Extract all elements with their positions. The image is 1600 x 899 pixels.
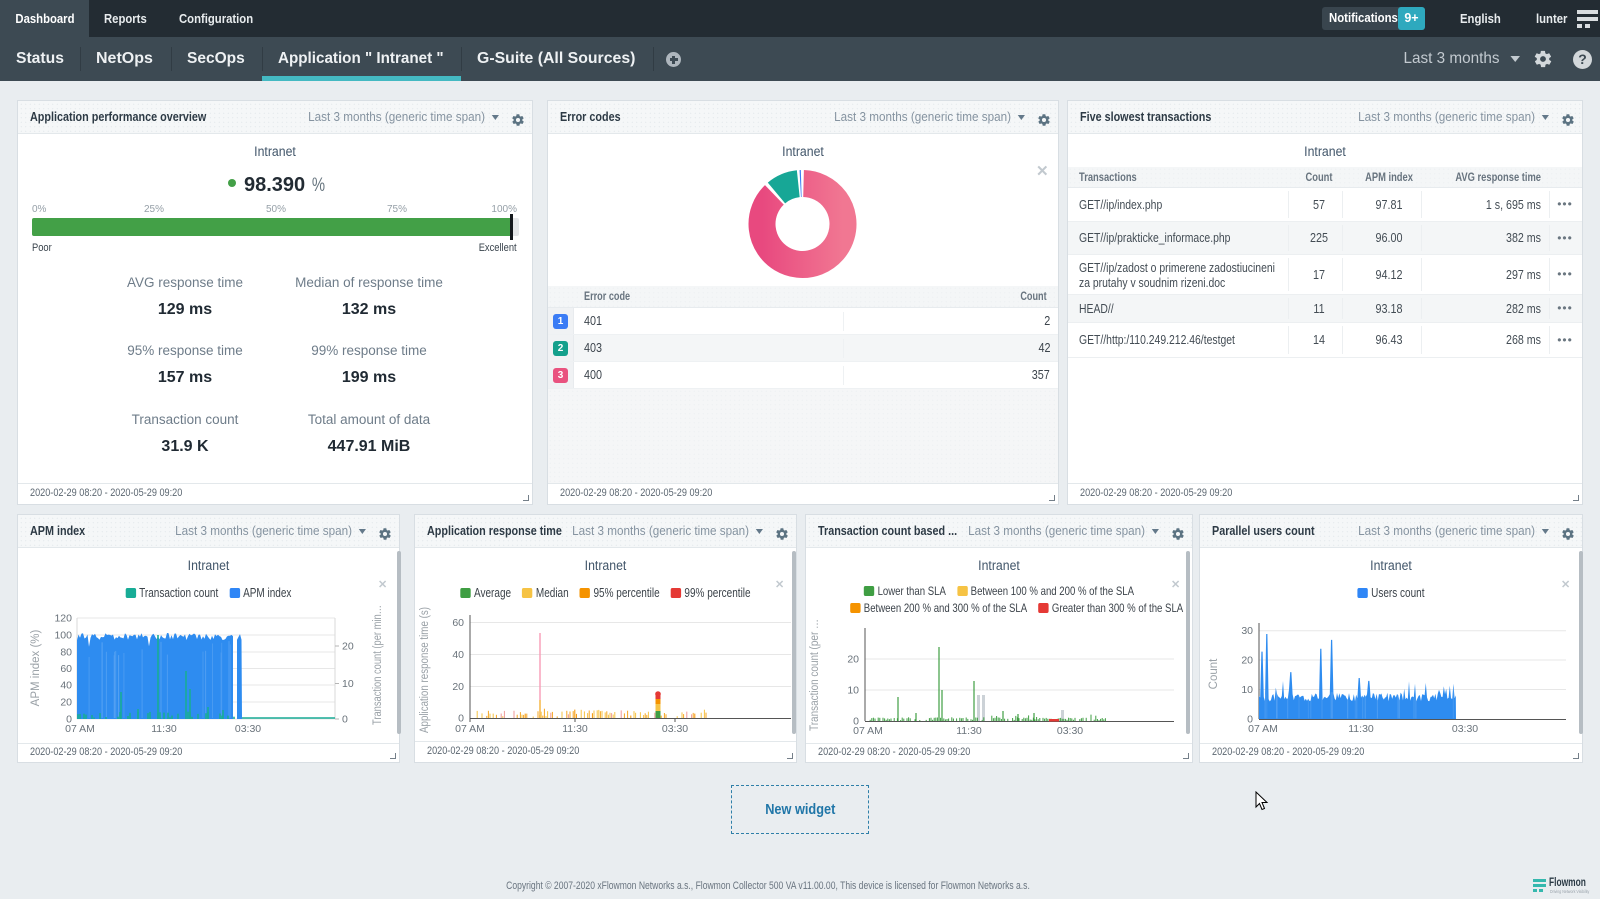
svg-text:11:30: 11:30 (562, 723, 588, 735)
svg-text:40: 40 (60, 680, 72, 692)
svg-text:20: 20 (847, 654, 859, 666)
svg-text:Transaction count (per …: Transaction count (per … (809, 619, 821, 731)
svg-text:40: 40 (452, 649, 464, 661)
svg-text:10: 10 (342, 678, 354, 690)
svg-text:03:30: 03:30 (235, 723, 261, 735)
svg-text:Transaction count (per min…: Transaction count (per min… (372, 605, 384, 725)
svg-text:20: 20 (1241, 655, 1253, 667)
svg-text:120: 120 (54, 613, 72, 625)
svg-text:Application response time (s): Application response time (s) (419, 607, 431, 733)
svg-text:03:30: 03:30 (662, 723, 688, 735)
svg-text:03:30: 03:30 (1452, 723, 1478, 735)
svg-text:0: 0 (342, 714, 348, 726)
svg-text:80: 80 (60, 647, 72, 659)
svg-text:APM index (%): APM index (%) (30, 629, 42, 706)
svg-text:07 AM: 07 AM (853, 725, 883, 737)
svg-text:10: 10 (847, 685, 859, 697)
svg-text:100: 100 (54, 630, 72, 642)
svg-text:20: 20 (452, 681, 464, 693)
svg-text:07 AM: 07 AM (65, 723, 95, 735)
svg-text:11:30: 11:30 (151, 723, 177, 735)
svg-text:11:30: 11:30 (1348, 723, 1374, 735)
svg-text:20: 20 (342, 641, 354, 653)
svg-text:60: 60 (60, 663, 72, 675)
svg-text:30: 30 (1241, 625, 1253, 637)
svg-text:07 AM: 07 AM (1248, 723, 1278, 735)
svg-text:11:30: 11:30 (956, 725, 982, 737)
svg-text:07 AM: 07 AM (455, 723, 485, 735)
svg-text:60: 60 (452, 617, 464, 629)
svg-text:Count: Count (1208, 658, 1220, 689)
svg-text:10: 10 (1241, 684, 1253, 696)
svg-text:20: 20 (60, 697, 72, 709)
svg-text:03:30: 03:30 (1057, 725, 1083, 737)
